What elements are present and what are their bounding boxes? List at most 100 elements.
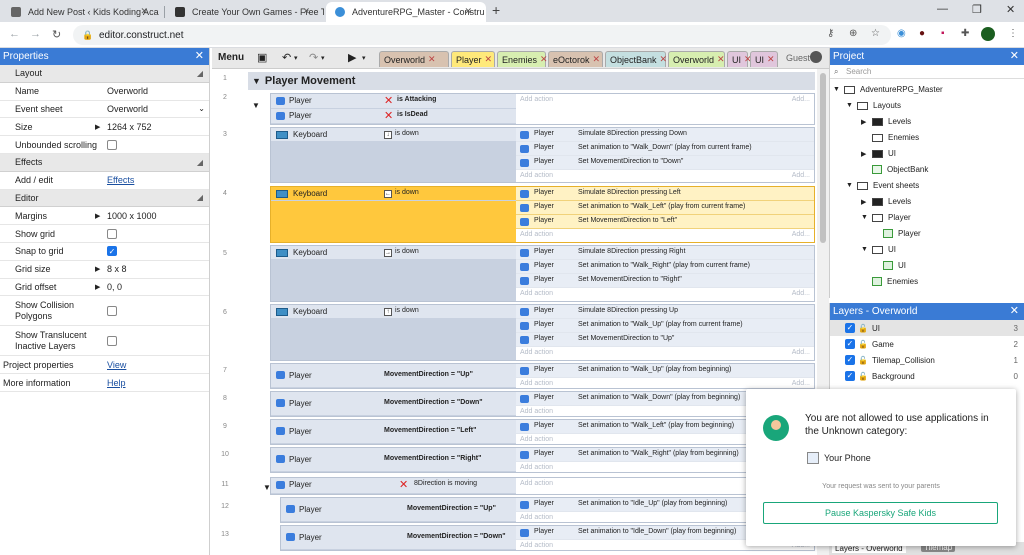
tree-item[interactable]: ▼ Player [861, 213, 911, 222]
checkbox[interactable] [107, 335, 117, 346]
tab-layout-ui[interactable]: UI ✕ [727, 51, 752, 67]
scrollbar-thumb[interactable] [820, 73, 826, 243]
address-input[interactable]: 🔒 editor.construct.net [73, 25, 891, 45]
chevron-down-icon[interactable]: ▼ [861, 214, 870, 221]
undo-icon[interactable]: ↶ [282, 51, 291, 64]
tab-sheet-overworld[interactable]: Overworld ✕ [668, 51, 725, 67]
chevron-down-icon[interactable]: ▼ [846, 182, 855, 189]
checkbox[interactable] [107, 305, 117, 316]
collapse-icon[interactable]: ▼ [252, 76, 261, 86]
visibility-checkbox[interactable]: ✓ [845, 323, 855, 333]
close-icon[interactable]: ✕ [1010, 49, 1019, 62]
tree-item[interactable]: Enemies [872, 133, 919, 142]
checkbox-checked[interactable]: ✓ [107, 246, 117, 257]
action-row[interactable]: Player Simulate 8Direction pressing Up [516, 305, 814, 319]
add-action[interactable]: Add action Add... [516, 288, 814, 300]
event-block[interactable]: Player ✕ is Attacking Player ✕ is IsDead Add… [270, 93, 815, 125]
add-more[interactable]: Add... [792, 347, 810, 359]
prop-value[interactable]: 0, 0 [107, 282, 122, 292]
close-icon[interactable]: ✕ [485, 54, 493, 65]
close-icon[interactable]: ✕ [660, 54, 668, 65]
close-icon[interactable]: ✕ [464, 6, 472, 17]
event-block[interactable]: Player MovementDirection = "Right" Player… [270, 447, 815, 473]
event-block-selected[interactable]: Keyboard ← is down Player Simulate 8Directi… [270, 186, 815, 243]
layer-row[interactable]: ✓ 🔓 Tilemap_Collision 1 [830, 352, 1024, 368]
action-row[interactable]: Player Set animation to "Walk_Left" (play… [516, 201, 814, 215]
star-icon[interactable]: ☆ [871, 28, 880, 39]
condition-row[interactable]: Player MovementDirection = "Left" [271, 420, 516, 444]
pause-kaspersky-button[interactable]: Pause Kaspersky Safe Kids [763, 502, 998, 524]
tab-layout-objectbank[interactable]: ObjectBank ✕ [605, 51, 668, 67]
expand-icon[interactable]: ▶ [95, 283, 100, 291]
condition-row[interactable]: Keyboard ↓ is down [271, 128, 516, 142]
add-action[interactable]: Add action Add... [516, 347, 814, 359]
close-icon[interactable]: ✕ [195, 49, 204, 62]
close-icon[interactable]: ✕ [717, 54, 725, 65]
action-row[interactable]: Player Set animation to "Walk_Up" (play f… [516, 319, 814, 333]
condition-row[interactable]: Keyboard ← is down [271, 187, 516, 201]
tree-item[interactable]: ▶ Levels [861, 197, 911, 206]
chevron-down-icon[interactable]: ▼ [846, 102, 855, 109]
extension-icon[interactable]: ● [919, 28, 925, 39]
play-icon[interactable]: ▶ [348, 51, 356, 64]
tab-layout-eoctorok[interactable]: eOctorok ✕ [548, 51, 603, 67]
add-more[interactable]: Add... [792, 170, 810, 182]
action-row[interactable]: Player Simulate 8Direction pressing Left [516, 187, 814, 201]
close-window-icon[interactable]: ✕ [1006, 3, 1015, 16]
collapse-icon[interactable]: ◢ [197, 69, 203, 78]
prop-value[interactable]: 8 x 8 [107, 264, 127, 274]
prop-value[interactable]: Overworld [107, 86, 148, 96]
browser-tab[interactable]: Add New Post ‹ Kids Koding Aca ✕ [2, 2, 162, 22]
action-row[interactable]: Player Set MovementDirection to "Down" [516, 156, 814, 170]
section-layout[interactable]: Layout ◢ [0, 65, 209, 83]
sub-event-block[interactable]: Player MovementDirection = "Up" Player Set… [280, 497, 815, 523]
browser-tab[interactable]: Create Your Own Games - Free T ✕ [166, 2, 324, 22]
effects-link[interactable]: Effects [107, 175, 134, 185]
tree-item[interactable]: ▶ Levels [861, 117, 911, 126]
view-link[interactable]: View [107, 360, 126, 370]
search-input[interactable]: ⌕ Search [830, 65, 1024, 79]
action-row[interactable]: Player Set MovementDirection to "Left" [516, 215, 814, 229]
tree-item[interactable]: Player [883, 229, 921, 238]
layer-row[interactable]: ✓ 🔓 Game 2 [830, 336, 1024, 352]
save-icon[interactable]: ▣ [257, 51, 267, 64]
sub-event-block[interactable]: Player MovementDirection = "Down" Player S… [280, 525, 815, 551]
tree-item[interactable]: ObjectBank [872, 165, 928, 174]
extension-icon[interactable]: ▪ [941, 28, 945, 39]
tab-layout-overworld[interactable]: Overworld ✕ [379, 51, 449, 67]
event-block[interactable]: Player MovementDirection = "Up" Player Set… [270, 363, 815, 389]
forward-icon[interactable]: → [30, 28, 41, 40]
section-editor[interactable]: Editor ◢ [0, 189, 209, 208]
collapse-icon[interactable]: ◢ [197, 193, 203, 202]
condition-row[interactable]: Player ✕ is Attacking [271, 94, 516, 109]
expand-icon[interactable]: ▶ [861, 150, 870, 158]
tree-item-event-sheets[interactable]: ▼ Event sheets [846, 181, 919, 190]
reload-icon[interactable]: ↻ [52, 28, 61, 41]
minimize-icon[interactable]: — [937, 3, 948, 15]
action-row[interactable]: Player Simulate 8Direction pressing Down [516, 128, 814, 142]
collapse-icon[interactable]: ◢ [197, 158, 203, 167]
close-icon[interactable]: ✕ [1010, 304, 1019, 317]
add-more[interactable]: Add... [792, 288, 810, 300]
lock-icon[interactable]: 🔓 [858, 356, 868, 365]
expand-icon[interactable]: ▶ [861, 198, 870, 206]
menu-button[interactable]: Menu [218, 52, 244, 63]
lock-icon[interactable]: 🔓 [858, 340, 868, 349]
chevron-down-icon[interactable]: ▾ [362, 54, 366, 62]
condition-row[interactable]: Keyboard → is down [271, 246, 516, 260]
prop-value[interactable]: 1000 x 1000 [107, 211, 157, 221]
tab-sheet-player[interactable]: Player ✕ [451, 51, 495, 67]
visibility-checkbox[interactable]: ✓ [845, 355, 855, 365]
back-icon[interactable]: ← [9, 28, 20, 40]
visibility-checkbox[interactable]: ✓ [845, 339, 855, 349]
avatar[interactable] [981, 27, 995, 41]
group-header[interactable]: ▼ Player Movement [248, 72, 815, 90]
section-effects[interactable]: Effects ◢ [0, 153, 209, 172]
chevron-down-icon[interactable]: ▼ [861, 246, 870, 253]
action-row[interactable]: Player Set animation to "Walk_Down" (play… [516, 142, 814, 156]
checkbox[interactable] [107, 228, 117, 239]
action-row[interactable]: Player Set animation to "Walk_Right" (pla… [516, 260, 814, 274]
chevron-down-icon[interactable]: ▼ [833, 86, 842, 93]
event-block[interactable]: Player MovementDirection = "Down" Player S… [270, 391, 815, 417]
condition-row[interactable]: Player ✕ is IsDead [271, 109, 516, 124]
